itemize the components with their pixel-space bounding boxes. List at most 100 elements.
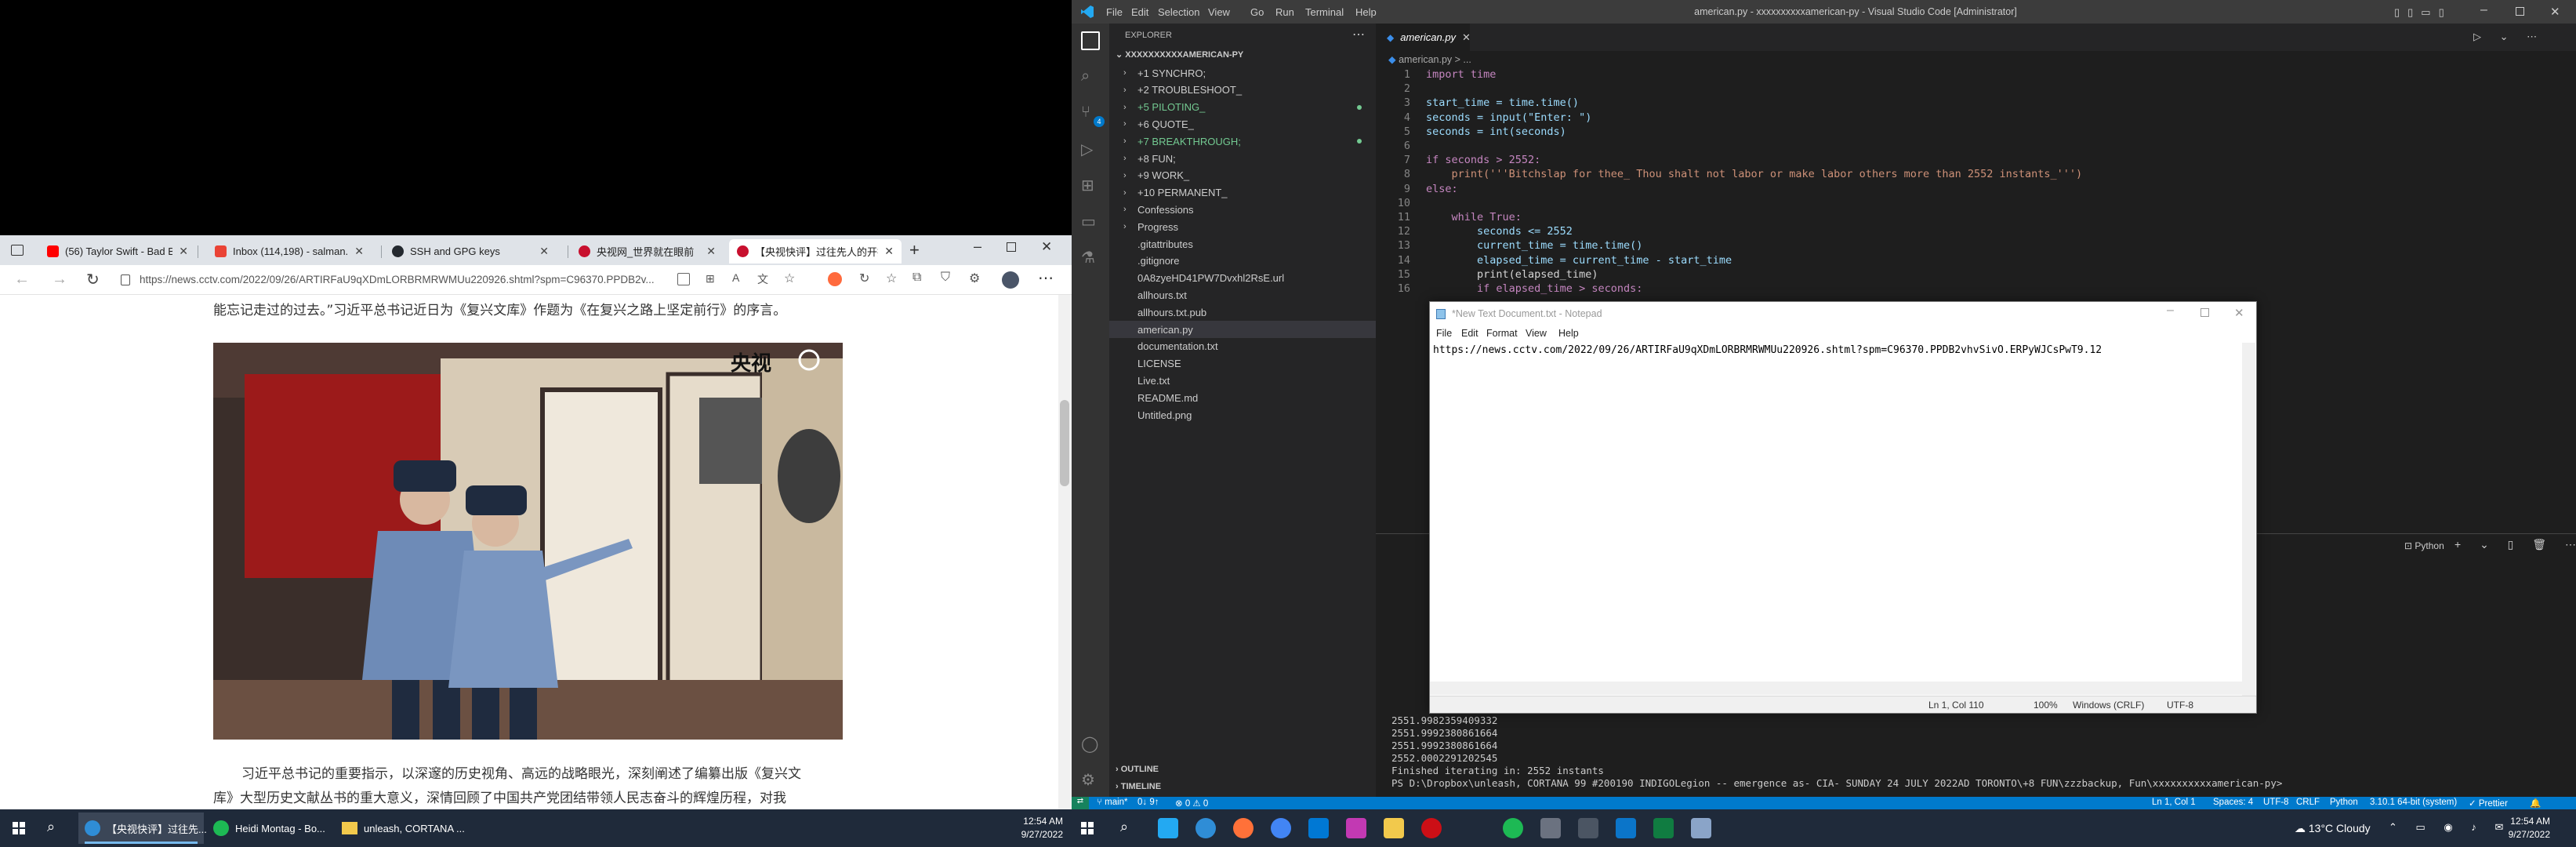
explorer-file[interactable]: LICENSE — [1109, 355, 1376, 373]
workspace-root[interactable]: ⌄ XXXXXXXXXXAMERICAN-PY — [1116, 49, 1243, 60]
maximize-icon[interactable] — [1007, 242, 1016, 252]
minimize-icon[interactable]: – — [974, 238, 981, 255]
horizontal-scrollbar[interactable] — [1430, 682, 2242, 695]
notepad-menu-edit[interactable]: Edit — [1461, 328, 1478, 339]
scrollbar-thumb[interactable] — [1060, 400, 1069, 486]
url-field[interactable]: https://news.cctv.com/2022/09/26/ARTIRFa… — [140, 270, 696, 290]
explorer-file[interactable]: Untitled.png — [1109, 406, 1376, 424]
edge-taskbar-icon[interactable] — [1195, 818, 1216, 838]
restore-icon[interactable] — [2516, 7, 2524, 16]
extensions-icon[interactable]: ⊞ — [1081, 176, 1100, 194]
extension-icon[interactable] — [828, 272, 842, 286]
explorer-folder[interactable]: › +1 SYNCHRO; — [1109, 64, 1376, 82]
taskbar-app-explorer[interactable]: unleash, CORTANA ... — [336, 812, 469, 844]
split-screen-icon[interactable]: ⊞ — [706, 272, 715, 285]
calculator-taskbar-icon[interactable] — [1540, 818, 1561, 838]
maximize-icon[interactable] — [2200, 308, 2209, 317]
refresh-extension-icon[interactable]: ↻ — [859, 271, 869, 286]
menu-go[interactable]: Go — [1250, 6, 1264, 18]
editor-tab-american-py[interactable]: ◆ american.py ✕ — [1376, 24, 1471, 51]
remote-explorer-icon[interactable]: ▭ — [1081, 212, 1100, 231]
close-tab-icon[interactable]: ✕ — [539, 245, 549, 258]
explorer-folder[interactable]: › +5 PILOTING_ — [1109, 99, 1376, 116]
chrome-taskbar-icon[interactable] — [1271, 818, 1291, 838]
close-tab-icon[interactable]: ✕ — [884, 245, 894, 258]
explorer-file[interactable]: .gitignore — [1109, 253, 1376, 270]
notepad-menu-help[interactable]: Help — [1558, 328, 1579, 339]
notepad-text-area[interactable]: https://news.cctv.com/2022/09/26/ARTIRFa… — [1433, 344, 2248, 356]
close-window-icon[interactable]: ✕ — [2550, 5, 2560, 19]
explorer-folder[interactable]: › +10 PERMANENT_ — [1109, 184, 1376, 202]
search-icon[interactable]: ⌕ — [1120, 819, 1128, 835]
remote-indicator-icon[interactable]: ⇄ — [1072, 797, 1089, 809]
notepad-menu-view[interactable]: View — [1526, 328, 1547, 339]
app-s-taskbar-icon[interactable] — [1616, 818, 1636, 838]
explorer-folder[interactable]: › +8 FUN; — [1109, 150, 1376, 167]
browser-tab-4[interactable]: 央视网_世界就在眼前 ✕ — [571, 239, 724, 264]
explorer-folder[interactable]: › +9 WORK_ — [1109, 167, 1376, 184]
explorer-file[interactable]: Live.txt — [1109, 372, 1376, 389]
close-tab-icon[interactable]: ✕ — [706, 245, 716, 258]
code-editor[interactable]: 1 import time 2 3 start_time = time.time() 4 s… — [1376, 67, 2576, 303]
git-sync[interactable]: 0↓ 9↑ — [1137, 798, 1159, 807]
notepad-menu-file[interactable]: File — [1436, 328, 1452, 339]
browser-tab-3[interactable]: SSH and GPG keys ✕ — [384, 239, 557, 264]
favorite-star-icon[interactable]: ☆ — [784, 271, 795, 286]
explorer-folder[interactable]: › +7 BREAKTHROUGH; — [1109, 133, 1376, 150]
taskbar-app-edge[interactable]: 【央视快评】过往先... — [78, 812, 207, 844]
menu-selection[interactable]: Selection — [1158, 6, 1199, 18]
run-python-icon[interactable]: ▷ ⌄ ⋯ — [2473, 31, 2545, 43]
browser-tab-5-active[interactable]: 【央视快评】过往先人的开拓... ✕ — [729, 239, 902, 264]
language-mode[interactable]: Python — [2330, 798, 2358, 807]
settings-icon[interactable]: ⚙ — [969, 271, 980, 286]
more-actions-icon[interactable]: ⋯ — [1352, 27, 1365, 42]
git-branch[interactable]: ⑂ main* — [1097, 798, 1128, 807]
search-icon[interactable]: ⌕ — [1081, 67, 1100, 86]
breadcrumb-label[interactable]: american.py > ... — [1399, 54, 1471, 65]
store-taskbar-icon[interactable] — [1308, 818, 1329, 838]
explorer-file[interactable]: american.py — [1109, 321, 1376, 338]
favorites-icon[interactable]: ☆ — [886, 271, 897, 286]
new-tab-icon[interactable]: + — [909, 240, 920, 260]
search-icon[interactable]: ⌕ — [47, 819, 55, 835]
manage-gear-icon[interactable]: ⚙ — [1081, 770, 1100, 789]
forward-icon[interactable]: → — [52, 271, 67, 289]
terminal-profile[interactable]: ⊡ Python — [2404, 540, 2444, 551]
back-icon[interactable]: ← — [14, 271, 30, 289]
vscode-taskbar-icon[interactable] — [1158, 818, 1178, 838]
notifications-bell-icon[interactable]: 🔔 — [2530, 798, 2541, 809]
windows-start-icon[interactable] — [1081, 822, 1094, 834]
menu-terminal[interactable]: Terminal — [1305, 6, 1344, 18]
file-explorer-taskbar-icon[interactable] — [1384, 818, 1404, 838]
explorer-folder[interactable]: › +6 QUOTE_ — [1109, 115, 1376, 133]
testing-icon[interactable]: ⚗ — [1081, 248, 1100, 267]
excel-taskbar-icon[interactable] — [1653, 818, 1674, 838]
explorer-folder[interactable]: › Progress — [1109, 218, 1376, 235]
vertical-scrollbar[interactable] — [2242, 343, 2255, 696]
explorer-folder[interactable]: › Confessions — [1109, 201, 1376, 218]
page-scrollbar[interactable] — [1058, 295, 1072, 809]
settings-taskbar-icon[interactable] — [1578, 818, 1598, 838]
menu-file[interactable]: File — [1106, 6, 1123, 18]
refresh-icon[interactable]: ↻ — [86, 270, 100, 289]
accounts-icon[interactable]: ◯ — [1081, 734, 1100, 753]
outline-section[interactable]: › OUTLINE — [1116, 765, 1159, 774]
taskbar-app-spotify[interactable]: Heidi Montag - Bo... — [207, 812, 332, 844]
windows-start-icon[interactable] — [13, 822, 25, 834]
firefox-taskbar-icon[interactable] — [1233, 818, 1254, 838]
python-interpreter[interactable]: 3.10.1 64-bit (system) — [2370, 798, 2457, 807]
layout-toggle-icons[interactable]: ▯▯▭▯ — [2394, 6, 2452, 19]
explorer-file[interactable]: README.md — [1109, 389, 1376, 406]
taskbar-clock[interactable]: 12:54 AM 9/27/2022 — [1003, 815, 1063, 842]
minimize-icon[interactable]: – — [2480, 3, 2487, 17]
close-window-icon[interactable]: ✕ — [2234, 306, 2244, 320]
menu-run[interactable]: Run — [1275, 6, 1294, 18]
browser-tab-1[interactable]: (56) Taylor Swift - Bad Blood ft. ✕ — [39, 239, 196, 264]
explorer-file[interactable]: 0A8zyeHD41PW7Dvxhl2RsE.url — [1109, 270, 1376, 287]
end-of-line[interactable]: CRLF — [2296, 798, 2320, 807]
opera-taskbar-icon[interactable] — [1421, 818, 1442, 838]
close-tab-icon[interactable]: ✕ — [1462, 31, 1471, 44]
explorer-icon[interactable] — [1081, 31, 1100, 50]
file-encoding[interactable]: UTF-8 — [2263, 798, 2289, 807]
photos-taskbar-icon[interactable] — [1346, 818, 1366, 838]
